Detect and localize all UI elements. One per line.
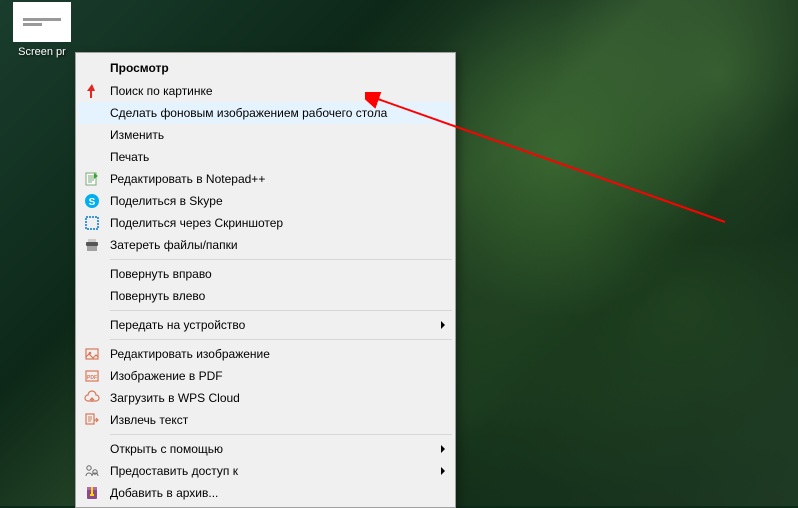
menu-item-upload-wps[interactable]: Загрузить в WPS Cloud [78, 387, 453, 409]
menu-item-edit-notepad[interactable]: Редактировать в Notepad++ [78, 168, 453, 190]
archive-icon [82, 485, 102, 501]
skype-icon: S [82, 193, 102, 209]
submenu-arrow-icon [441, 321, 445, 329]
menu-item-share-skype[interactable]: S Поделиться в Skype [78, 190, 453, 212]
menu-item-edit[interactable]: Изменить [78, 124, 453, 146]
blank-icon [82, 60, 102, 76]
blank-icon [82, 288, 102, 304]
menu-item-share-screenshoter[interactable]: Поделиться через Скриншотер [78, 212, 453, 234]
menu-item-search-by-image[interactable]: Поиск по картинке [78, 80, 453, 102]
menu-item-extract-text[interactable]: Извлечь текст [78, 409, 453, 431]
menu-item-rotate-right[interactable]: Повернуть вправо [78, 263, 453, 285]
menu-item-add-to-archive[interactable]: Добавить в архив... [78, 482, 453, 504]
edit-image-icon [82, 346, 102, 362]
menu-item-open-with[interactable]: Открыть с помощью [78, 438, 453, 460]
menu-item-edit-image[interactable]: Редактировать изображение [78, 343, 453, 365]
context-menu: Просмотр Поиск по картинке Сделать фонов… [75, 52, 456, 508]
desktop-file-icon[interactable]: Screen pr [8, 2, 76, 59]
menu-item-print[interactable]: Печать [78, 146, 453, 168]
menu-header-label: Просмотр [110, 61, 445, 75]
blank-icon [82, 441, 102, 457]
menu-separator [110, 339, 452, 340]
screenshoter-icon [82, 215, 102, 231]
cloud-upload-icon [82, 390, 102, 406]
pdf-icon: PDF [82, 368, 102, 384]
file-label: Screen pr [8, 46, 76, 59]
blank-icon [82, 266, 102, 282]
menu-separator [110, 259, 452, 260]
blank-icon [82, 127, 102, 143]
yandex-icon [82, 83, 102, 99]
notepad-icon [82, 171, 102, 187]
blank-icon [82, 105, 102, 121]
menu-item-grant-access[interactable]: Предоставить доступ к [78, 460, 453, 482]
menu-item-image-to-pdf[interactable]: PDF Изображение в PDF [78, 365, 453, 387]
file-thumbnail [13, 2, 71, 42]
svg-text:S: S [89, 197, 96, 208]
svg-text:PDF: PDF [87, 375, 97, 381]
menu-item-rotate-left[interactable]: Повернуть влево [78, 285, 453, 307]
blank-icon [82, 149, 102, 165]
desktop-background[interactable]: Screen pr Просмотр Поиск по картинке Сде… [0, 0, 798, 506]
menu-item-wipe-files[interactable]: Затереть файлы/папки [78, 234, 453, 256]
share-icon [82, 463, 102, 479]
menu-item-set-wallpaper[interactable]: Сделать фоновым изображением рабочего ст… [78, 102, 453, 124]
menu-separator [110, 310, 452, 311]
submenu-arrow-icon [441, 467, 445, 475]
blank-icon [82, 317, 102, 333]
menu-item-cast-device[interactable]: Передать на устройство [78, 314, 453, 336]
extract-text-icon [82, 412, 102, 428]
shredder-icon [82, 237, 102, 253]
submenu-arrow-icon [441, 445, 445, 453]
menu-separator [110, 434, 452, 435]
menu-header-view[interactable]: Просмотр [78, 56, 453, 80]
